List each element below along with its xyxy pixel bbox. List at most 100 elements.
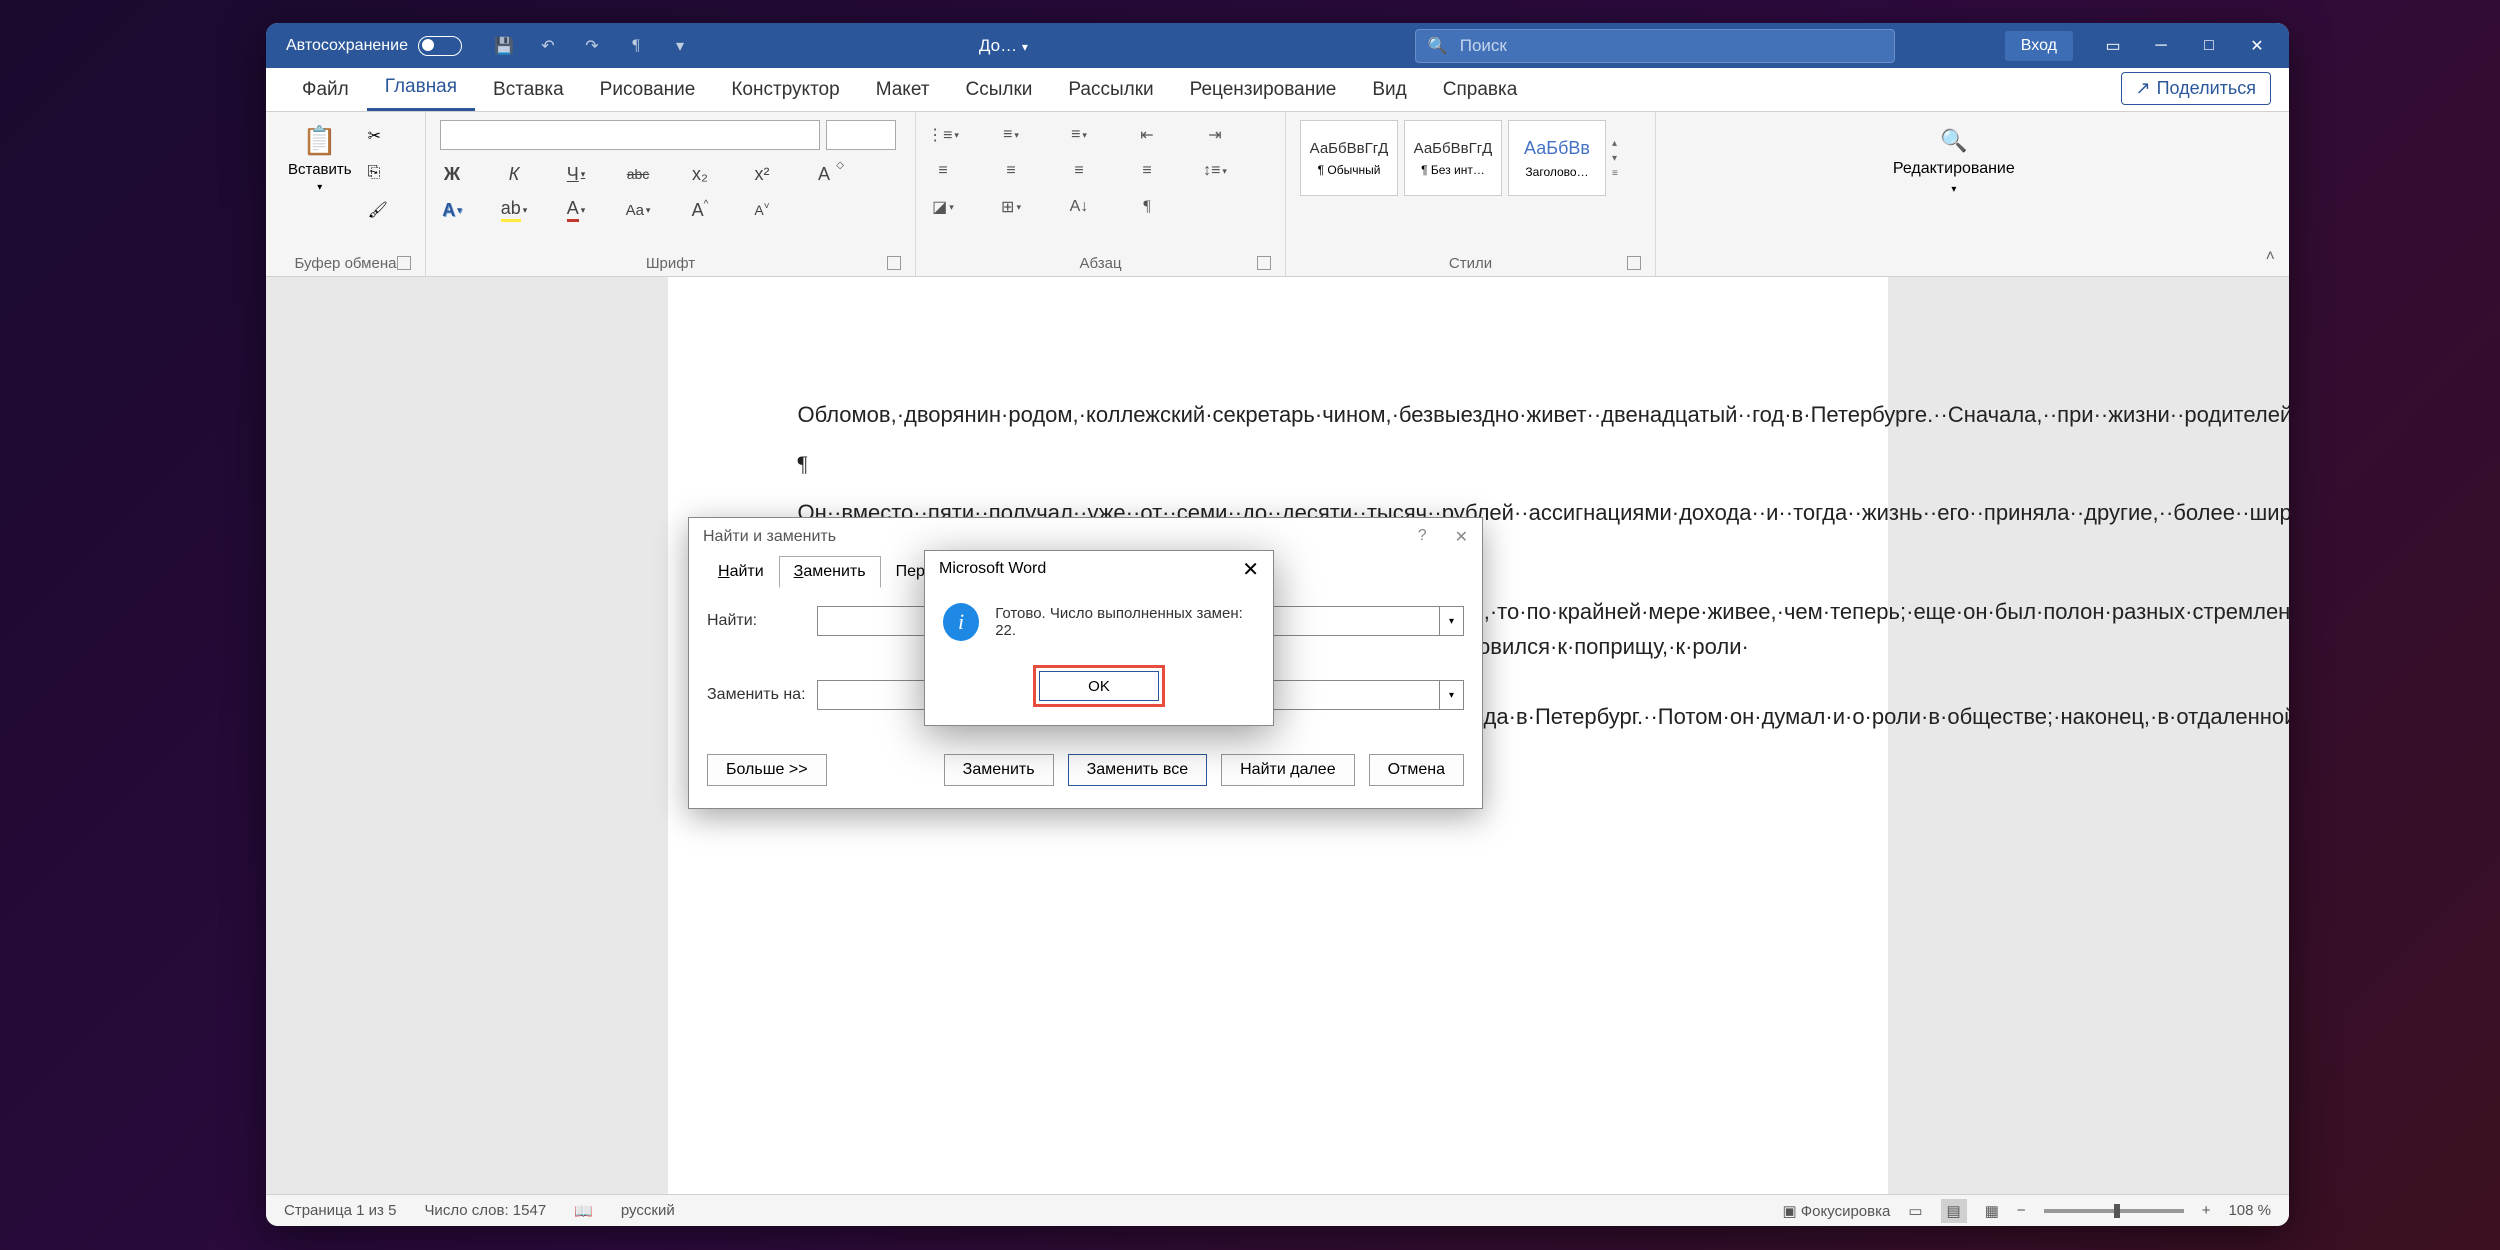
close-icon[interactable]: ✕: [1455, 527, 1468, 547]
tab-mailings[interactable]: Рассылки: [1050, 69, 1171, 111]
print-layout-icon[interactable]: ▤: [1941, 1199, 1967, 1223]
empty-paragraph[interactable]: ¶: [798, 446, 1758, 481]
autosave-label: Автосохранение: [286, 37, 408, 55]
sort-button[interactable]: A↓: [1066, 196, 1092, 218]
underline-button[interactable]: Ч▾: [564, 162, 588, 186]
tab-help[interactable]: Справка: [1425, 69, 1536, 111]
font-family-combo[interactable]: [440, 120, 820, 150]
toggle-switch[interactable]: [418, 36, 462, 56]
cancel-button[interactable]: Отмена: [1369, 754, 1464, 786]
close-icon[interactable]: ✕: [1242, 557, 1259, 582]
grow-font-button[interactable]: A^: [688, 198, 712, 222]
subscript-button[interactable]: x₂: [688, 162, 712, 186]
find-next-button[interactable]: Найти далее: [1221, 754, 1354, 786]
tab-find[interactable]: Найти: [703, 556, 779, 588]
tab-layout[interactable]: Макет: [858, 69, 948, 111]
style-heading1[interactable]: АаБбВв Заголово…: [1508, 120, 1606, 196]
font-size-combo[interactable]: [826, 120, 896, 150]
align-left-button[interactable]: ≡: [930, 160, 956, 182]
search-box[interactable]: 🔍: [1415, 29, 1895, 63]
shrink-font-button[interactable]: A˅: [750, 198, 774, 222]
justify-button[interactable]: ≡: [1134, 160, 1160, 182]
login-button[interactable]: Вход: [2005, 31, 2073, 61]
replace-all-button[interactable]: Заменить все: [1068, 754, 1208, 786]
tab-view[interactable]: Вид: [1354, 69, 1424, 111]
tab-review[interactable]: Рецензирование: [1172, 69, 1355, 111]
tab-draw[interactable]: Рисование: [582, 69, 714, 111]
multilevel-button[interactable]: ≡▾: [1066, 124, 1092, 146]
highlight-button[interactable]: ab▾: [502, 198, 526, 222]
borders-button[interactable]: ⊞▾: [998, 196, 1024, 218]
paragraph[interactable]: Обломов,·дворянин·родом,·коллежский·секр…: [798, 397, 1758, 432]
dialog-launcher-icon[interactable]: [1257, 256, 1271, 270]
redo-icon[interactable]: ↷: [580, 34, 604, 58]
language-indicator[interactable]: русский: [621, 1202, 675, 1219]
dialog-launcher-icon[interactable]: [1627, 256, 1641, 270]
numbering-button[interactable]: ≡▾: [998, 124, 1024, 146]
tab-replace[interactable]: Заменить: [779, 556, 881, 588]
qat-dropdown-icon[interactable]: ▾: [668, 34, 692, 58]
spell-check-icon[interactable]: 📖: [574, 1202, 593, 1220]
tab-design[interactable]: Конструктор: [713, 69, 857, 111]
find-dropdown-icon[interactable]: ▾: [1440, 606, 1464, 636]
web-layout-icon[interactable]: ▦: [1985, 1202, 1999, 1220]
styles-more-button[interactable]: ▴▾≡: [1612, 138, 1618, 179]
help-icon[interactable]: ?: [1418, 527, 1427, 547]
read-mode-icon[interactable]: ▭: [1908, 1202, 1922, 1220]
maximize-icon[interactable]: □: [2199, 36, 2219, 56]
share-button[interactable]: ↗ Поделиться: [2121, 72, 2272, 105]
align-center-button[interactable]: ≡: [998, 160, 1024, 182]
bullets-button[interactable]: ⋮≡▾: [930, 124, 956, 146]
editing-button[interactable]: 🔍 Редактирование ▾: [1670, 120, 2238, 203]
tab-home[interactable]: Главная: [367, 66, 475, 111]
zoom-level[interactable]: 108 %: [2228, 1202, 2271, 1219]
pilcrow-icon[interactable]: ¶: [624, 34, 648, 58]
text-effects-button[interactable]: A▾: [440, 198, 464, 222]
style-normal[interactable]: АаБбВвГгД ¶ Обычный: [1300, 120, 1398, 196]
page-indicator[interactable]: Страница 1 из 5: [284, 1202, 396, 1219]
clear-format-button[interactable]: A◇: [812, 162, 836, 186]
font-color-button[interactable]: A▾: [564, 198, 588, 222]
change-case-button[interactable]: Aa▾: [626, 198, 650, 222]
statusbar: Страница 1 из 5 Число слов: 1547 📖 русск…: [266, 1194, 2289, 1226]
zoom-slider[interactable]: [2044, 1209, 2184, 1213]
show-marks-button[interactable]: ¶: [1134, 196, 1160, 218]
increase-indent-button[interactable]: ⇥: [1202, 124, 1228, 146]
replace-dropdown-icon[interactable]: ▾: [1440, 680, 1464, 710]
decrease-indent-button[interactable]: ⇤: [1134, 124, 1160, 146]
search-input[interactable]: [1460, 36, 1882, 56]
undo-icon[interactable]: ↶: [536, 34, 560, 58]
minimize-icon[interactable]: ─: [2151, 36, 2171, 56]
dialog-launcher-icon[interactable]: [397, 256, 411, 270]
collapse-ribbon-button[interactable]: ˄: [2252, 112, 2289, 276]
shading-button[interactable]: ◪▾: [930, 196, 956, 218]
save-icon[interactable]: 💾: [492, 34, 516, 58]
focus-mode-button[interactable]: ▣ Фокусировка: [1782, 1202, 1890, 1220]
ok-button[interactable]: OK: [1039, 671, 1159, 701]
autosave-toggle[interactable]: Автосохранение: [286, 36, 462, 56]
word-count[interactable]: Число слов: 1547: [424, 1202, 546, 1219]
msgbox-titlebar[interactable]: Microsoft Word ✕: [925, 551, 1273, 587]
dialog-launcher-icon[interactable]: [887, 256, 901, 270]
paste-button[interactable]: 📋 Вставить ▾: [280, 120, 360, 220]
superscript-button[interactable]: x²: [750, 162, 774, 186]
tab-file[interactable]: Файл: [284, 69, 367, 111]
zoom-in-button[interactable]: +: [2202, 1202, 2211, 1219]
tab-insert[interactable]: Вставка: [475, 69, 582, 111]
bold-button[interactable]: Ж: [440, 162, 464, 186]
replace-button[interactable]: Заменить: [944, 754, 1054, 786]
zoom-out-button[interactable]: −: [2017, 1202, 2026, 1219]
italic-button[interactable]: К: [502, 162, 526, 186]
style-preview: АаБбВвГгД: [1414, 140, 1493, 157]
copy-icon[interactable]: ⎘: [368, 164, 388, 182]
strike-button[interactable]: abc: [626, 162, 650, 186]
close-icon[interactable]: ✕: [2247, 36, 2267, 56]
format-painter-icon[interactable]: 🖌: [368, 200, 388, 220]
style-nospacing[interactable]: АаБбВвГгД ¶ Без инт…: [1404, 120, 1502, 196]
more-button[interactable]: Больше >>: [707, 754, 827, 786]
ribbon-mode-icon[interactable]: ▭: [2103, 36, 2123, 56]
tab-references[interactable]: Ссылки: [947, 69, 1050, 111]
align-right-button[interactable]: ≡: [1066, 160, 1092, 182]
line-spacing-button[interactable]: ↕≡▾: [1202, 160, 1228, 182]
cut-icon[interactable]: ✂: [368, 126, 388, 146]
